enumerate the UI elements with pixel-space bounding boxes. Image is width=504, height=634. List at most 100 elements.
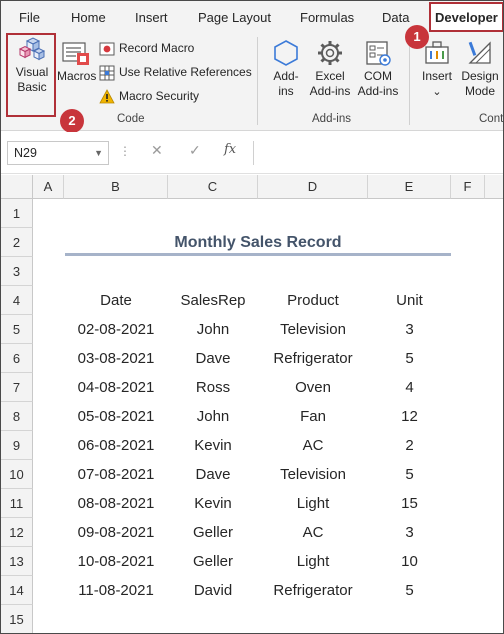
cell-product[interactable]: Refrigerator [258, 576, 368, 605]
column-header-e[interactable]: E [368, 175, 451, 199]
cell-salesrep[interactable]: Dave [168, 460, 258, 489]
cancel-icon[interactable]: ✕ [151, 142, 163, 159]
cell-date[interactable]: 04-08-2021 [64, 373, 168, 402]
column-header-a[interactable]: A [33, 175, 64, 199]
cell-unit[interactable]: 12 [368, 402, 451, 431]
cell-date[interactable]: 08-08-2021 [64, 489, 168, 518]
header-date[interactable]: Date [64, 286, 168, 315]
row-header-12[interactable]: 12 [1, 518, 33, 547]
column-header-b[interactable]: B [64, 175, 168, 199]
excel-addins-label-2: Add-ins [309, 84, 351, 98]
design-mode-label-1: Design [461, 69, 499, 83]
cell-unit[interactable]: 2 [368, 431, 451, 460]
excel-addins-button[interactable]: Excel Add-ins [307, 39, 353, 99]
enter-icon[interactable]: ✓ [189, 142, 201, 159]
row-header-5[interactable]: 5 [1, 315, 33, 344]
insert-function-icon[interactable]: fx [224, 142, 236, 157]
cell-product[interactable]: Refrigerator [258, 344, 368, 373]
cell-date[interactable]: 06-08-2021 [64, 431, 168, 460]
cell-date[interactable]: 07-08-2021 [64, 460, 168, 489]
relative-references-icon [99, 65, 115, 81]
cell-product[interactable]: Television [258, 460, 368, 489]
column-header-g[interactable] [485, 175, 503, 199]
name-box[interactable]: N29 ▼ [7, 141, 109, 165]
column-header-f[interactable]: F [451, 175, 485, 199]
addins-group-label: Add-ins [312, 113, 351, 125]
cell-salesrep[interactable]: Geller [168, 518, 258, 547]
cell-date[interactable]: 10-08-2021 [64, 547, 168, 576]
formula-input[interactable] [253, 141, 503, 165]
cell-salesrep[interactable]: John [168, 315, 258, 344]
tab-home[interactable]: Home [71, 1, 106, 33]
row-header-4[interactable]: 4 [1, 286, 33, 315]
macro-security-button[interactable]: Macro Security [99, 86, 199, 106]
cell-product[interactable]: Light [258, 489, 368, 518]
macros-button[interactable]: Macros [57, 41, 96, 84]
cell-salesrep[interactable]: Ross [168, 373, 258, 402]
cell-product[interactable]: Television [258, 315, 368, 344]
row-header-3[interactable]: 3 [1, 257, 33, 286]
cell-salesrep[interactable]: Geller [168, 547, 258, 576]
step-badge-2: 2 [60, 109, 84, 133]
tab-insert[interactable]: Insert [135, 1, 168, 33]
cell-unit[interactable]: 3 [368, 518, 451, 547]
cell-date[interactable]: 05-08-2021 [64, 402, 168, 431]
cell-unit[interactable]: 5 [368, 460, 451, 489]
cell-unit[interactable]: 10 [368, 547, 451, 576]
row-header-13[interactable]: 13 [1, 547, 33, 576]
cell-date[interactable]: 09-08-2021 [64, 518, 168, 547]
tab-data[interactable]: Data [382, 1, 409, 33]
row-header-15[interactable]: 15 [1, 605, 33, 633]
cell-salesrep[interactable]: John [168, 402, 258, 431]
cell-product[interactable]: Oven [258, 373, 368, 402]
cell-unit[interactable]: 5 [368, 576, 451, 605]
cell-salesrep[interactable]: Dave [168, 344, 258, 373]
column-header-d[interactable]: D [258, 175, 368, 199]
cell-date[interactable]: 02-08-2021 [64, 315, 168, 344]
design-mode-button[interactable]: Design Mode [459, 39, 501, 99]
row-header-1[interactable]: 1 [1, 199, 33, 228]
row-header-10[interactable]: 10 [1, 460, 33, 489]
cell-salesrep[interactable]: David [168, 576, 258, 605]
cell-unit[interactable]: 5 [368, 344, 451, 373]
tab-page-layout[interactable]: Page Layout [198, 1, 271, 33]
cell-date[interactable]: 11-08-2021 [64, 576, 168, 605]
column-header-c[interactable]: C [168, 175, 258, 199]
tab-developer[interactable]: Developer [429, 2, 503, 32]
cell-product[interactable]: AC [258, 518, 368, 547]
addins-button[interactable]: Add- ins [267, 39, 305, 99]
com-addins-button[interactable]: COM Add-ins [355, 39, 401, 99]
use-relative-references-button[interactable]: Use Relative References [99, 62, 252, 82]
row-header-9[interactable]: 9 [1, 431, 33, 460]
tab-formulas[interactable]: Formulas [300, 1, 354, 33]
row-header-8[interactable]: 8 [1, 402, 33, 431]
row-header-2[interactable]: 2 [1, 228, 33, 257]
row-header-14[interactable]: 14 [1, 576, 33, 605]
row-header-11[interactable]: 11 [1, 489, 33, 518]
header-product[interactable]: Product [258, 286, 368, 315]
tab-file[interactable]: File [19, 1, 40, 33]
insert-controls-button[interactable]: Insert ⌄ [417, 39, 457, 100]
ribbon-separator [257, 37, 258, 125]
excel-window: File Home Insert Page Layout Formulas Da… [0, 0, 504, 634]
visual-basic-button[interactable]: Visual Basic [9, 37, 55, 95]
cell-salesrep[interactable]: Kevin [168, 431, 258, 460]
row-header-7[interactable]: 7 [1, 373, 33, 402]
cell-unit[interactable]: 3 [368, 315, 451, 344]
cell-product[interactable]: Fan [258, 402, 368, 431]
cell-product[interactable]: AC [258, 431, 368, 460]
record-macro-button[interactable]: Record Macro [99, 38, 194, 58]
header-unit[interactable]: Unit [368, 286, 451, 315]
header-salesrep[interactable]: SalesRep [168, 286, 258, 315]
row-header-6[interactable]: 6 [1, 344, 33, 373]
controls-group-label: Cont [479, 113, 504, 125]
cell-salesrep[interactable]: Kevin [168, 489, 258, 518]
cell-unit[interactable]: 15 [368, 489, 451, 518]
cell-date[interactable]: 03-08-2021 [64, 344, 168, 373]
chevron-down-icon[interactable]: ▼ [94, 142, 103, 164]
formula-bar-grip[interactable]: ⋮ [119, 144, 131, 158]
cell-product[interactable]: Light [258, 547, 368, 576]
design-mode-icon [468, 41, 491, 64]
cell-unit[interactable]: 4 [368, 373, 451, 402]
select-all-corner[interactable] [1, 175, 33, 199]
